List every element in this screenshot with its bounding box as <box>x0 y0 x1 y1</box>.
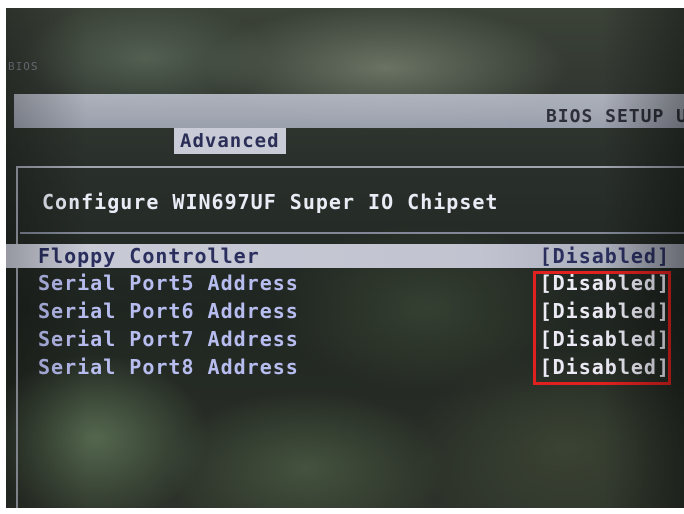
bios-photo: BIOS BIOS SETUP U Advanced Configure WIN… <box>0 0 684 514</box>
setting-label: Serial Port7 Address <box>38 327 299 351</box>
title-bar: BIOS SETUP U <box>14 94 684 128</box>
setting-label: Serial Port5 Address <box>38 271 299 295</box>
section-title: Configure WIN697UF Super IO Chipset <box>42 190 499 214</box>
setting-label: Serial Port8 Address <box>38 355 299 379</box>
setting-label: Floppy Controller <box>38 244 260 268</box>
red-highlight-box <box>533 271 671 385</box>
setting-label: Serial Port6 Address <box>38 299 299 323</box>
divider <box>20 232 684 234</box>
tab-advanced[interactable]: Advanced <box>174 128 286 154</box>
setting-value[interactable]: [Disabled] <box>540 244 670 268</box>
bios-screen: BIOS BIOS SETUP U Advanced Configure WIN… <box>6 8 684 508</box>
title-bar-text: BIOS SETUP U <box>545 106 684 127</box>
corner-label: BIOS <box>8 60 39 73</box>
setting-row-floppy-controller[interactable]: Floppy Controller [Disabled] <box>6 244 684 268</box>
